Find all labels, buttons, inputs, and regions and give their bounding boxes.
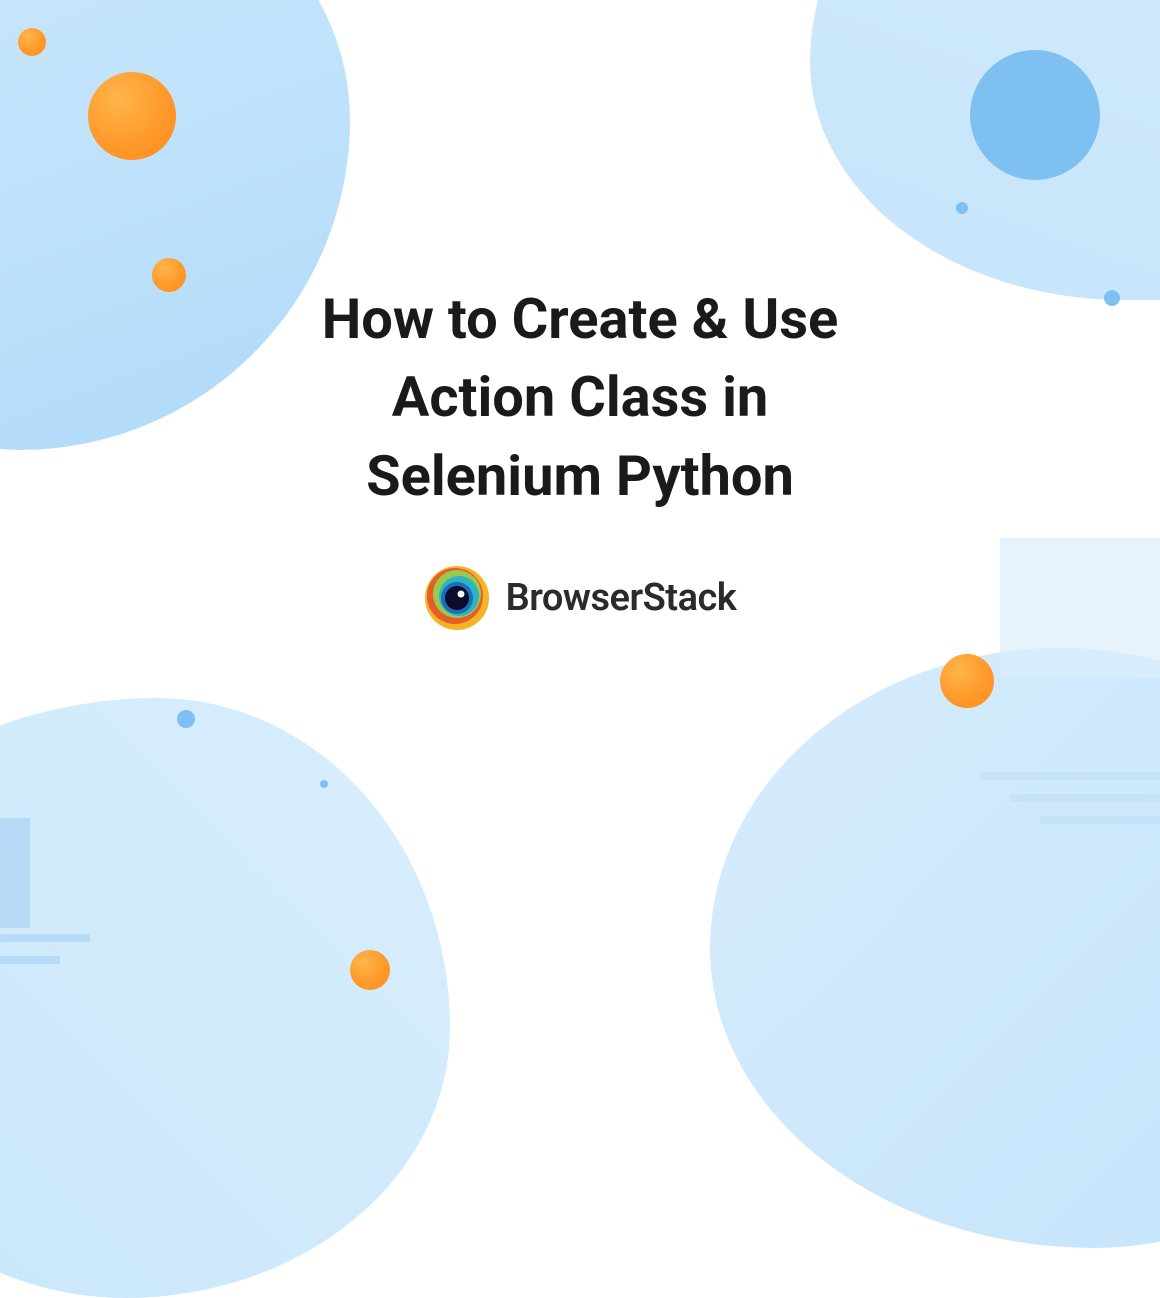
decorative-lines-right bbox=[960, 772, 1160, 838]
decorative-circle-icon bbox=[970, 50, 1100, 180]
page-title: How to Create & Use Action Class in Sele… bbox=[200, 280, 960, 515]
title-line: How to Create & Use bbox=[322, 286, 839, 352]
decorative-circle-icon bbox=[940, 654, 994, 708]
decorative-circle-icon bbox=[177, 710, 195, 728]
decorative-rect-bottom-right bbox=[1000, 538, 1160, 678]
decorative-circle-icon bbox=[152, 258, 186, 292]
decorative-circle-icon bbox=[350, 950, 390, 990]
decorative-circle-icon bbox=[320, 780, 328, 788]
title-line: Selenium Python bbox=[366, 443, 794, 509]
title-line: Action Class in bbox=[392, 364, 769, 430]
hero-content: How to Create & Use Action Class in Sele… bbox=[200, 280, 960, 631]
browserstack-logo-icon bbox=[424, 565, 490, 631]
decorative-circle-icon bbox=[956, 202, 968, 214]
bg-blob-bottom-right bbox=[710, 648, 1160, 1248]
decorative-rect-bottom-left bbox=[0, 818, 30, 928]
bg-blob-bottom-left bbox=[0, 698, 450, 1298]
decorative-circle-icon bbox=[1104, 290, 1120, 306]
brand-logo-row: BrowserStack bbox=[200, 565, 960, 631]
decorative-circle-icon bbox=[88, 72, 176, 160]
decorative-circle-icon bbox=[18, 28, 46, 56]
brand-name: BrowserStack bbox=[506, 576, 737, 620]
decorative-lines-left bbox=[0, 934, 100, 978]
